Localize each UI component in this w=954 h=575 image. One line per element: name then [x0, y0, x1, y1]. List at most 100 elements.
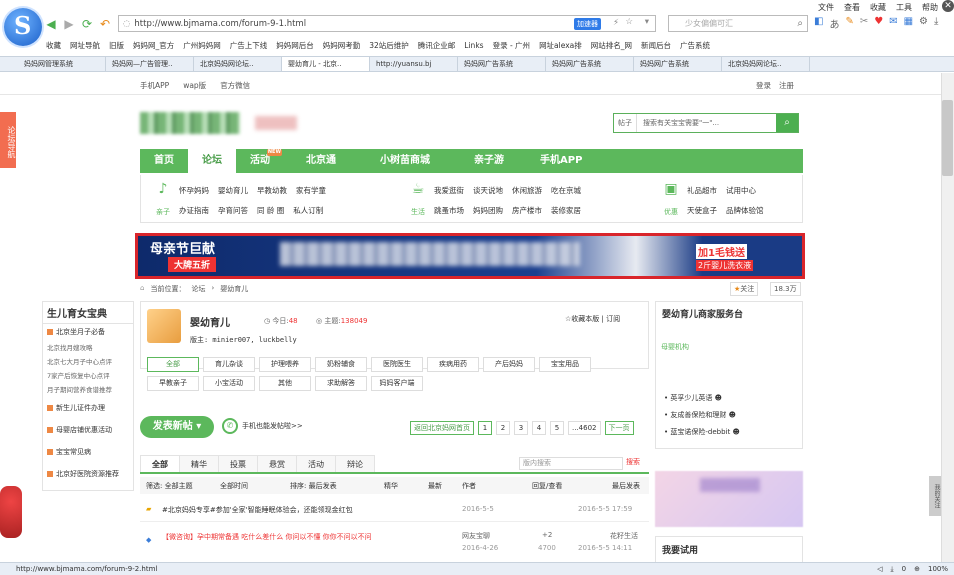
zoom-icon[interactable]: ⊕	[914, 565, 920, 574]
fav-item[interactable]: 广告上下线	[230, 40, 268, 51]
board-search-input[interactable]: 版内搜索	[519, 457, 623, 470]
category-tag[interactable]: 产后妈妈	[483, 357, 535, 372]
fav-item[interactable]: Links	[464, 41, 483, 50]
category-tag[interactable]: 全部	[147, 357, 199, 372]
forward-icon[interactable]: ▶	[62, 17, 76, 31]
floating-mascot[interactable]	[0, 486, 22, 538]
register-link[interactable]: 注册	[779, 80, 794, 91]
fav-item[interactable]: 妈妈网后台	[276, 40, 314, 51]
nav-mall[interactable]: 小树苗商城	[358, 149, 452, 173]
tool-icon[interactable]: ✂	[860, 16, 868, 31]
fav-item[interactable]: 网址alexa排	[539, 40, 582, 51]
subnav-link[interactable]: 谈天说地	[473, 185, 503, 196]
sidebar-section[interactable]: 新生儿证件办理	[43, 400, 133, 416]
qq-icon[interactable]: ☻	[729, 411, 736, 419]
subnav-link[interactable]: 家有学童	[296, 185, 326, 196]
fav-item[interactable]: 腾讯企业邮	[418, 40, 456, 51]
fav-item[interactable]: 旧版	[109, 40, 124, 51]
subnav-link[interactable]: 私人订制	[293, 205, 323, 216]
sidebar-link[interactable]: 7家产后恢复中心点评	[43, 368, 133, 382]
search-type-select[interactable]: 帖子	[614, 114, 637, 132]
pin-icon[interactable]: ✎	[845, 16, 853, 31]
fav-item[interactable]: 网站排名_网	[591, 40, 632, 51]
url-dropdown-icon[interactable]: ▾	[645, 17, 649, 27]
merchant-item[interactable]: • 蓝宝诺保险-debbit ☻	[664, 427, 740, 437]
undo-icon[interactable]: ↶	[98, 17, 112, 31]
lightning-icon[interactable]: ⚡	[613, 18, 619, 28]
filter-select[interactable]: 筛选: 全部主题	[146, 481, 193, 491]
sidebar-link[interactable]: 月子期间营养食谱推荐	[43, 382, 133, 396]
wechat-link[interactable]: 官方微信	[220, 80, 250, 91]
my-follow-widget[interactable]: 我的关注	[929, 476, 941, 516]
browser-tab[interactable]: http://yuansu.bj	[370, 57, 458, 71]
subnav-link[interactable]: 吃在京城	[551, 185, 581, 196]
thread-author[interactable]: 网友宝聊	[462, 531, 490, 541]
subnav-link[interactable]: 天使盒子	[687, 205, 717, 216]
merchant-item[interactable]: • 英孚少儿英语 ☻	[664, 393, 722, 403]
nav-app[interactable]: 手机APP	[526, 149, 596, 173]
category-tag[interactable]: 求助解答	[315, 376, 367, 391]
tab-activity[interactable]: 活动	[296, 455, 336, 472]
search-icon[interactable]: ⌕	[797, 16, 803, 31]
site-search-input[interactable]: 搜索有关宝宝需要"一"...	[637, 118, 776, 128]
thread-title[interactable]: 【微咨询】孕中期常备遇 吃什么差什么 你问以不懂 你你不问以不问	[162, 531, 452, 543]
nav-forum[interactable]: 论坛	[188, 149, 236, 173]
browser-tab[interactable]: 北京妈妈网论坛..	[194, 57, 282, 71]
category-tag[interactable]: 护理喂养	[259, 357, 311, 372]
qq-icon[interactable]: ☻	[732, 428, 739, 436]
subnav-link[interactable]: 办证指南	[179, 205, 209, 216]
browser-tab[interactable]: 妈妈网广告系统	[634, 57, 722, 71]
category-tag[interactable]: 早教亲子	[147, 376, 199, 391]
sidebar-section[interactable]: 北京坐月子必备	[43, 324, 133, 340]
subnav-link[interactable]: 我爱逛街	[434, 185, 464, 196]
close-window-icon[interactable]: ✕	[942, 0, 954, 12]
nav-beijing[interactable]: 北京通	[284, 149, 358, 173]
forum-nav-tab[interactable]: 论坛导航	[0, 112, 16, 168]
extension-icon[interactable]: ◧	[814, 16, 823, 31]
category-tag[interactable]: 小宝活动	[203, 376, 255, 391]
board-search-button[interactable]: 搜索	[626, 457, 640, 467]
category-tag[interactable]: 奶粉辅食	[315, 357, 367, 372]
browser-tab-active[interactable]: 婴幼育儿 - 北京..	[282, 57, 370, 71]
tab-digest[interactable]: 精华	[179, 455, 219, 472]
menu-file[interactable]: 文件	[818, 2, 834, 13]
subnav-link[interactable]: 装修家居	[551, 205, 581, 216]
sidebar-section[interactable]: 母婴店铺优惠活动	[43, 422, 133, 438]
subnav-link[interactable]: 怀孕妈妈	[179, 185, 209, 196]
subnav-link[interactable]: 试用中心	[726, 185, 756, 196]
subnav-link[interactable]: 早教幼教	[257, 185, 287, 196]
category-tag[interactable]: 育儿杂谈	[203, 357, 255, 372]
table-row[interactable]: ▰ #北京妈妈专享#参加'全家'智能睡眠体验会，还能领现金红包 2016-5-5…	[140, 500, 649, 522]
menu-favorites[interactable]: 收藏	[870, 2, 886, 13]
mobile-post-link[interactable]: ✆ 手机也能发帖啦>>	[222, 418, 303, 434]
breadcrumb-board[interactable]: 婴幼育儿	[220, 284, 248, 294]
address-bar[interactable]: ◌ http://www.bjmama.com/forum-9-1.html 加…	[118, 15, 656, 32]
category-tag[interactable]: 妈妈客户端	[371, 376, 423, 391]
page-link[interactable]: 5	[550, 421, 564, 435]
newest-filter[interactable]: 最新	[428, 481, 442, 491]
category-tag[interactable]: 疾病用药	[427, 357, 479, 372]
page-link[interactable]: 3	[514, 421, 528, 435]
page-link-last[interactable]: ...4602	[568, 421, 601, 435]
search-button-icon[interactable]: ⌕	[776, 114, 798, 132]
sidebar-link[interactable]: 北京找月嫂攻略	[43, 340, 133, 354]
grid-icon[interactable]: ▦	[904, 16, 913, 31]
category-tag[interactable]: 宝宝用品	[539, 357, 591, 372]
tab-reward[interactable]: 悬赏	[257, 455, 297, 472]
merchant-sub[interactable]: 母婴机构	[661, 342, 689, 352]
next-page-button[interactable]: 下一页	[604, 421, 634, 435]
fav-item[interactable]: 收藏	[46, 40, 61, 51]
settings-icon[interactable]: ⚙	[919, 16, 928, 31]
subnav-link[interactable]: 妈妈团购	[473, 205, 503, 216]
nav-travel[interactable]: 亲子游	[452, 149, 526, 173]
translate-icon[interactable]: あ	[829, 16, 839, 31]
menu-help[interactable]: 帮助	[922, 2, 938, 13]
app-link[interactable]: 手机APP	[140, 80, 169, 91]
fav-item[interactable]: 妈妈网_官方	[133, 40, 174, 51]
nav-home[interactable]: 首页	[140, 149, 188, 173]
star-icon[interactable]: ☆	[625, 17, 633, 27]
back-icon[interactable]: ◀	[44, 17, 58, 31]
fav-item[interactable]: 登录 - 广州	[493, 40, 530, 51]
subnav-link[interactable]: 跳蚤市场	[434, 205, 464, 216]
page-link[interactable]: 1	[478, 421, 492, 435]
